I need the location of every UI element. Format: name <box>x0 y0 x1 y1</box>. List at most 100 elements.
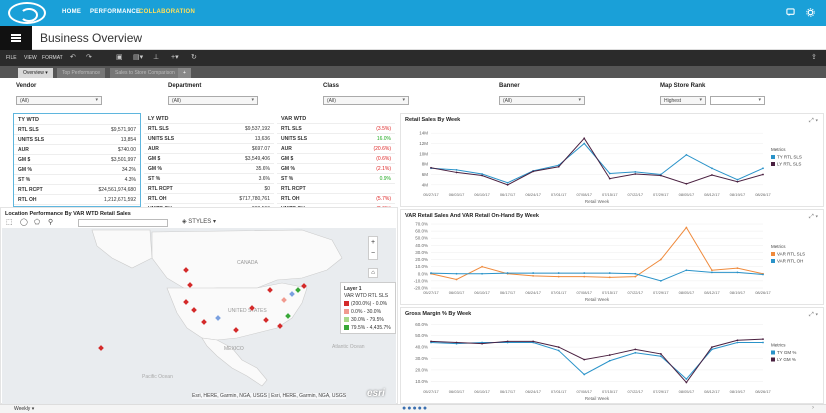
undo-icon[interactable]: ↶ <box>70 54 76 62</box>
home-extent-button[interactable]: ⌂ <box>368 268 378 278</box>
page-dots[interactable]: ●●●●● <box>402 405 428 412</box>
scroll-right-icon[interactable]: › <box>812 405 814 411</box>
nav-link-collaboration[interactable]: COLLABORATION <box>139 9 195 15</box>
add-icon[interactable]: +▾ <box>171 54 179 62</box>
data-point <box>762 173 764 176</box>
legend-item: 79.5% - 4,435.7% <box>344 325 392 331</box>
x-tick-label: 07/08/17 <box>576 389 592 394</box>
x-tick-label: 08/12/17 <box>704 290 720 295</box>
kpi-metric-label: AUR <box>148 146 159 152</box>
x-tick-label: 05/27/17 <box>423 290 439 295</box>
gross-margin-chart[interactable]: 60.0% 50.0% 40.0% 30.0% 20.0% 10.0% 05/27/17 06… <box>401 308 825 405</box>
expand-icon[interactable]: ⤢ ▾ <box>809 117 818 124</box>
legend-item: 0.0% - 30.0% <box>344 309 392 315</box>
app-logo[interactable] <box>8 2 46 24</box>
kpi-row: GM % 35.6% <box>144 163 274 173</box>
data-point <box>481 265 483 268</box>
banner-select[interactable]: (All) <box>499 96 585 105</box>
department-select[interactable]: (All) <box>168 96 258 105</box>
kpi-card-var-wtd[interactable]: VAR WTD RTL SLS (3.5%) UNITS SLS 16.0% AUR (2… <box>277 113 395 212</box>
tab-overview[interactable]: Overview ▾ <box>18 68 53 78</box>
data-point <box>634 351 637 354</box>
data-point <box>583 137 586 140</box>
kpi-metric-value: 0.9% <box>379 176 391 182</box>
kpi-metric-label: RTL SLS <box>281 126 302 132</box>
format-menu[interactable]: FORMAT <box>42 55 63 61</box>
data-point <box>685 269 688 272</box>
map-area[interactable]: CANADA UNITED STATES MEXICO Atlantic Oce… <box>2 228 396 404</box>
data-icon[interactable]: ⊥ <box>153 54 159 62</box>
select-lasso-icon[interactable]: ◯ <box>20 218 28 226</box>
refresh-icon[interactable]: ↻ <box>191 54 197 62</box>
view-menu[interactable]: VIEW <box>24 55 37 61</box>
styles-label: STYLES <box>188 219 212 225</box>
insert-visual-icon[interactable]: ▤▾ <box>133 54 143 62</box>
x-tick-label: 07/29/17 <box>653 389 669 394</box>
data-point <box>583 373 586 376</box>
legend-label: LY GM % <box>777 357 796 362</box>
save-icon[interactable]: ▣ <box>116 54 123 62</box>
redo-icon[interactable]: ↷ <box>86 54 92 62</box>
kpi-card-ty-wtd[interactable]: TY WTD RTL SLS $9,571,907 UNITS SLS 13,854 A… <box>13 113 141 213</box>
map-search-input[interactable] <box>78 219 168 227</box>
x-tick-label: 06/03/17 <box>449 290 465 295</box>
zoom-control[interactable]: + − <box>368 236 378 260</box>
expand-icon[interactable]: ⤢ ▾ <box>809 213 818 220</box>
y-tick-label: 14M <box>419 131 428 136</box>
kpi-metric-label: UNITS SLS <box>148 136 175 142</box>
tab-sales-to-store[interactable]: Sales to Store Comparison <box>110 68 180 78</box>
data-point <box>430 166 432 169</box>
series-line <box>430 226 764 280</box>
kpi-card-ly-wtd[interactable]: LY WTD RTL SLS $9,537,192 UNITS SLS 13,636 A… <box>144 113 274 212</box>
bottom-label-text: Weekly <box>14 406 31 412</box>
nav-link-performance[interactable]: PERFORMANCE <box>90 9 140 15</box>
share-icon[interactable]: ⇪ <box>811 54 817 62</box>
y-tick-label: 6M <box>422 172 429 177</box>
gear-icon[interactable] <box>806 8 815 17</box>
y-tick-label: 0.0% <box>418 271 428 276</box>
data-point <box>711 271 713 274</box>
chat-icon[interactable] <box>786 8 795 17</box>
bottom-bar: Weekly ▾ ●●●●● › <box>0 404 826 413</box>
data-point <box>506 340 509 343</box>
class-select[interactable]: (All) <box>323 96 409 105</box>
kpi-metric-value: (20.6%) <box>373 146 391 152</box>
styles-button[interactable]: ◈ STYLES ▾ <box>182 218 216 225</box>
data-point <box>557 346 560 348</box>
data-point <box>532 275 535 277</box>
legend-swatch <box>771 155 775 159</box>
select-poly-icon[interactable]: ⬠ <box>34 218 40 226</box>
kpi-metric-label: GM % <box>148 166 162 172</box>
nav-link-home[interactable]: HOME <box>62 9 81 15</box>
data-point <box>430 340 432 343</box>
retail-sales-chart[interactable]: 14M 12M 10M 8M 6M 4M 05/27/17 06/03/17 06/10/17 0… <box>401 114 825 208</box>
data-point <box>583 272 586 274</box>
vendor-select[interactable]: (All) <box>16 96 102 105</box>
data-point <box>583 275 586 278</box>
map-store-rank-select[interactable]: Highest <box>660 96 706 105</box>
kpi-metric-label: GM % <box>281 166 295 172</box>
pin-icon[interactable]: ⚲ <box>48 218 53 226</box>
map-store-rank-input[interactable] <box>710 96 765 105</box>
x-tick-label: 08/26/17 <box>755 389 771 394</box>
kpi-row: ST % 4.3% <box>14 174 140 184</box>
data-point <box>659 353 662 355</box>
kpi-metric-value: (2.1%) <box>376 166 391 172</box>
data-point <box>659 174 662 177</box>
series-line <box>430 137 764 186</box>
bottom-label[interactable]: Weekly ▾ <box>14 406 34 412</box>
menu-button[interactable] <box>0 26 32 50</box>
data-point <box>608 272 611 274</box>
kpi-metric-value: (0.6%) <box>376 156 391 162</box>
select-rect-icon[interactable]: ⬚ <box>6 218 13 226</box>
kpi-metric-value: (5.7%) <box>376 196 391 202</box>
expand-icon[interactable]: ⤢ ▾ <box>809 311 818 318</box>
kpi-row: RTL RCPT $24,561,974,680 <box>14 184 140 194</box>
kpi-metric-value: 35.6% <box>255 166 270 172</box>
var-retail-chart[interactable]: 70.0% 60.0% 50.0% 40.0% 30.0% 20.0% 10.0% 0.0% -… <box>401 210 825 306</box>
file-menu[interactable]: FILE <box>6 55 17 61</box>
esri-logo: esri <box>367 388 385 399</box>
add-tab-button[interactable]: + <box>178 68 191 78</box>
kpi-metric-label: ST % <box>148 176 161 182</box>
tab-top-performance[interactable]: Top Performance <box>57 68 106 78</box>
